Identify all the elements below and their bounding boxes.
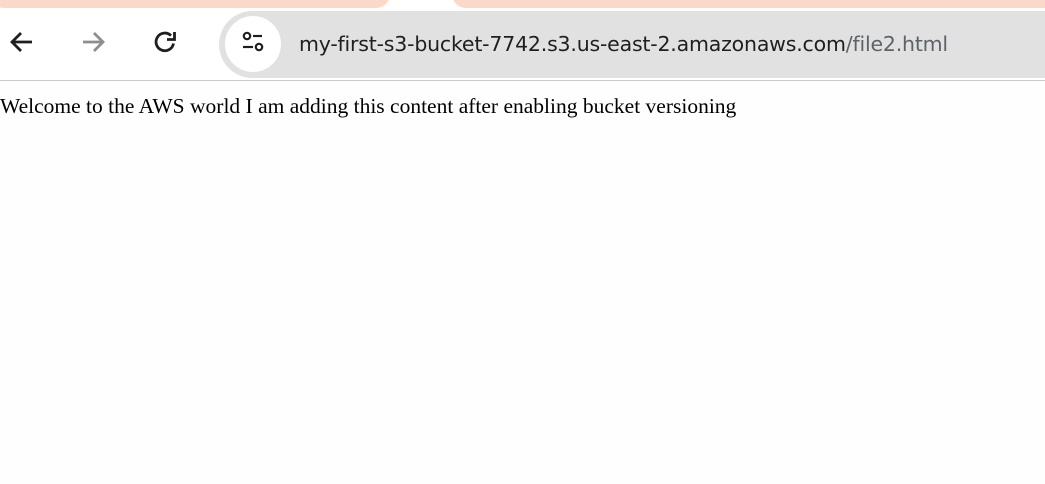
tab-strip bbox=[0, 0, 1045, 8]
reload-button[interactable] bbox=[143, 20, 187, 64]
page-body-text: Welcome to the AWS world I am adding thi… bbox=[0, 94, 737, 118]
arrow-right-icon bbox=[79, 28, 107, 56]
address-bar[interactable]: my-first-s3-bucket-7742.s3.us-east-2.ama… bbox=[219, 11, 1045, 78]
page-content: Welcome to the AWS world I am adding thi… bbox=[0, 82, 1045, 484]
site-info-button[interactable] bbox=[225, 16, 281, 72]
url-path: /file2.html bbox=[845, 32, 948, 56]
forward-button[interactable] bbox=[71, 20, 115, 64]
arrow-left-icon bbox=[8, 28, 36, 56]
reload-icon bbox=[151, 28, 179, 56]
browser-toolbar: my-first-s3-bucket-7742.s3.us-east-2.ama… bbox=[0, 8, 1045, 81]
url-host: my-first-s3-bucket-7742.s3.us-east-2.ama… bbox=[299, 32, 846, 56]
url-text[interactable]: my-first-s3-bucket-7742.s3.us-east-2.ama… bbox=[299, 11, 948, 78]
back-button[interactable] bbox=[0, 20, 44, 64]
tab-right[interactable] bbox=[452, 0, 1045, 8]
tune-icon bbox=[240, 29, 266, 60]
tab-left[interactable] bbox=[0, 0, 390, 8]
